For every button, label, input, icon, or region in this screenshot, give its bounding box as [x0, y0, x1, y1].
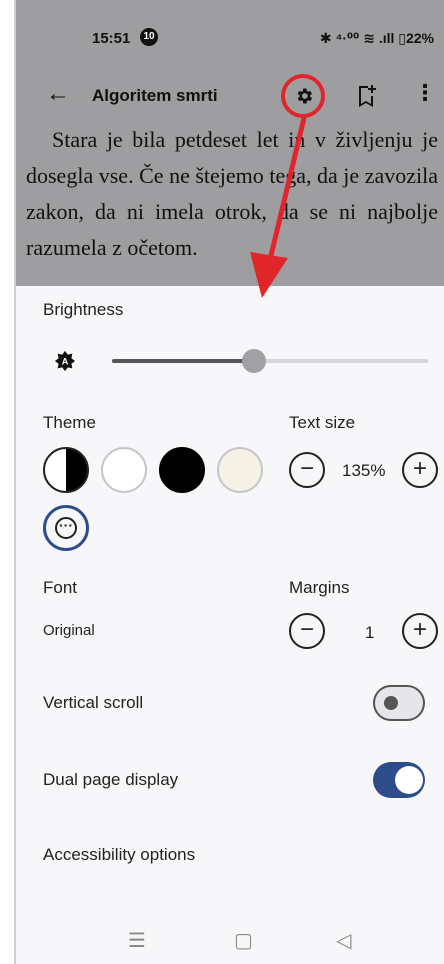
status-icons: ✱ ⁴·⁰⁰ ≋ .ıll ▯22% [319, 30, 434, 46]
text-size-label: Text size [289, 413, 356, 432]
vertical-scroll-toggle[interactable] [373, 685, 425, 721]
brightness-label: Brightness [43, 300, 124, 319]
theme-sepia-swatch[interactable] [217, 447, 263, 493]
accessibility-options-link[interactable]: Accessibility options [43, 845, 195, 865]
status-time: 15:51 [92, 30, 131, 47]
margins-decrease-button[interactable]: − [289, 613, 325, 649]
reader-background: 15:51 10 ✱ ⁴·⁰⁰ ≋ .ıll ▯22% ← Algoritem … [16, 0, 444, 286]
more-dots-icon: ··· [55, 517, 77, 539]
font-label: Font [43, 578, 78, 597]
auto-brightness-icon[interactable]: A [54, 350, 76, 377]
theme-white-swatch[interactable] [101, 447, 147, 493]
brightness-slider-thumb[interactable] [242, 349, 267, 373]
dual-page-toggle[interactable] [373, 762, 425, 798]
back-arrow-icon[interactable]: ← [46, 80, 70, 108]
margins-increase-button[interactable]: + [402, 613, 438, 649]
theme-contrast-swatch[interactable] [43, 447, 89, 493]
theme-label: Theme [43, 413, 96, 432]
system-nav-bar: ☰ ▢ ◁ [16, 922, 444, 964]
text-size-value: 135% [342, 461, 386, 480]
margins-label: Margins [289, 578, 350, 597]
font-selector[interactable]: Original [43, 622, 95, 639]
reader-settings-sheet [16, 286, 444, 926]
reader-toolbar: ← Algoritem smrti ⋮ [16, 74, 444, 118]
more-themes-button[interactable]: ··· [43, 505, 89, 551]
margins-value: 1 [365, 623, 375, 642]
gear-icon [297, 88, 312, 104]
text-size-decrease-button[interactable]: − [289, 452, 325, 488]
add-bookmark-button[interactable] [356, 84, 378, 113]
back-nav-icon[interactable]: ◁ [336, 928, 351, 953]
theme-black-swatch[interactable] [159, 447, 205, 493]
brightness-slider[interactable] [112, 349, 428, 373]
toggle-knob [395, 766, 423, 794]
auto-brightness-glyph: A [54, 350, 76, 372]
status-bar: 15:51 10 ✱ ⁴·⁰⁰ ≋ .ıll ▯22% [16, 22, 444, 56]
notification-count-badge: 10 [140, 28, 158, 46]
recent-apps-icon[interactable]: ☰ [128, 928, 146, 953]
phone-screen: 15:51 10 ✱ ⁴·⁰⁰ ≋ .ıll ▯22% ← Algoritem … [14, 0, 444, 964]
svg-text:A: A [62, 357, 69, 367]
dual-page-label: Dual page display [43, 770, 179, 789]
toggle-knob [384, 696, 398, 710]
settings-gear-button[interactable] [281, 74, 325, 118]
text-size-increase-button[interactable]: + [402, 452, 438, 488]
vertical-scroll-label: Vertical scroll [43, 693, 144, 712]
book-title: Algoritem smrti [92, 86, 218, 105]
bookmark-add-icon [359, 85, 376, 107]
more-options-icon[interactable]: ⋮ [414, 80, 436, 106]
brightness-slider-fill [112, 359, 255, 363]
home-icon[interactable]: ▢ [234, 928, 253, 953]
book-page-text: Stara je bila petdeset let in v življenj… [26, 127, 438, 260]
